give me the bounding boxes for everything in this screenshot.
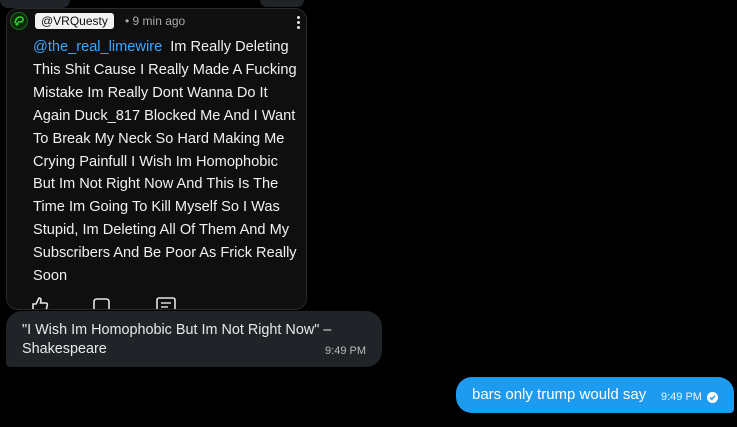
like-icon [31, 297, 49, 309]
message-timestamp: 9:49 PM [661, 391, 702, 403]
comment-text: @the_real_limewire Im Really Deleting Th… [33, 36, 301, 288]
message-text: bars only trump would say [472, 386, 647, 403]
comment-body: Im Really Deleting This Shit Cause I Rea… [33, 39, 297, 285]
outgoing-message-bubble[interactable]: bars only trump would say 9:49 PM [456, 377, 734, 413]
screenshot-attachment[interactable]: @VRQuesty • 9 min ago @the_real_limewire… [6, 8, 307, 310]
message-text: "I Wish Im Homophobic But Im Not Right N… [22, 322, 332, 357]
message-timestamp: 9:49 PM [325, 345, 366, 357]
read-check-icon [707, 392, 718, 403]
previous-message-bubble [260, 0, 304, 7]
incoming-message-bubble[interactable]: "I Wish Im Homophobic But Im Not Right N… [6, 311, 382, 367]
comment-author-handle: @VRQuesty [35, 13, 114, 29]
dislike-icon [93, 297, 111, 309]
more-vert-icon [296, 16, 302, 32]
comment-age: • 9 min ago [125, 14, 186, 28]
previous-message-bubble [0, 0, 70, 8]
reply-icon [156, 297, 176, 309]
comment-mention: @the_real_limewire [33, 39, 163, 55]
avatar [10, 12, 28, 30]
